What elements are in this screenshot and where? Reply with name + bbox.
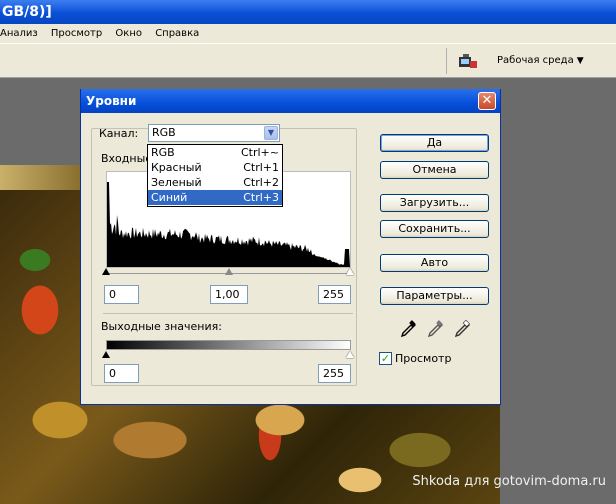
watermark-credit: Shkoda для gotovim-doma.ru [412,474,606,489]
output-white-slider[interactable] [346,351,354,358]
menu-help[interactable]: Справка [155,24,199,43]
section-divider [103,313,353,314]
input-white-slider[interactable] [346,268,354,275]
bridge-icon[interactable] [458,53,478,69]
channel-value: RGB [152,126,176,139]
options-button[interactable]: Параметры... [380,287,489,305]
input-levels-label: Входные [101,152,153,165]
output-white-field[interactable]: 255 [318,364,351,383]
options-toolbar: Рабочая среда ▼ [0,43,616,78]
chevron-down-icon: ▼ [576,56,584,66]
auto-button[interactable]: Авто [380,254,489,272]
input-white-field[interactable]: 255 [318,285,351,304]
toolbar-separator [446,48,447,74]
gray-eyedropper-icon[interactable] [427,320,443,338]
workspace-label: Рабочая среда [497,55,574,66]
save-button[interactable]: Сохранить... [380,220,489,238]
channel-dropdown-list: RGB Ctrl+~ Красный Ctrl+1 Зеленый Ctrl+2… [147,144,283,207]
preview-checkbox[interactable]: ✓ [379,352,392,365]
channel-option-red[interactable]: Красный Ctrl+1 [148,160,282,175]
input-black-slider[interactable] [102,268,110,275]
menu-bar: Анализ Просмотр Окно Справка [0,24,616,43]
menu-view[interactable]: Просмотр [51,24,102,43]
channel-option-rgb[interactable]: RGB Ctrl+~ [148,145,282,160]
output-gradient [106,340,351,350]
channel-option-green[interactable]: Зеленый Ctrl+2 [148,175,282,190]
output-black-slider[interactable] [102,351,110,358]
cancel-button[interactable]: Отмена [380,161,489,179]
dialog-title: Уровни [86,94,137,108]
levels-dialog: Уровни ✕ Канал: RGB ▼ RGB Ctrl+~ Красный… [80,89,501,405]
workspace-menu[interactable]: Рабочая среда ▼ [497,55,584,66]
input-gamma-field[interactable]: 1,00 [210,285,248,304]
dialog-title-bar[interactable]: Уровни ✕ [81,89,500,113]
white-eyedropper-icon[interactable] [454,320,470,338]
channel-option-blue[interactable]: Синий Ctrl+3 [148,190,282,205]
channel-label: Канал: [99,127,139,140]
chevron-down-icon[interactable]: ▼ [264,126,278,140]
menu-analysis[interactable]: Анализ [0,24,38,43]
close-icon[interactable]: ✕ [478,92,496,110]
channel-select[interactable]: RGB ▼ [148,124,280,142]
output-levels-label: Выходные значения: [101,320,222,333]
input-black-field[interactable]: 0 [104,285,139,304]
ok-button[interactable]: Да [380,134,489,152]
menu-window[interactable]: Окно [115,24,142,43]
app-title: GB/8)] [2,4,52,20]
black-eyedropper-icon[interactable] [400,320,416,338]
input-gamma-slider[interactable] [225,268,233,275]
output-black-field[interactable]: 0 [104,364,139,383]
load-button[interactable]: Загрузить... [380,194,489,212]
preview-label: Просмотр [395,352,452,365]
app-title-bar: GB/8)] [0,0,616,24]
